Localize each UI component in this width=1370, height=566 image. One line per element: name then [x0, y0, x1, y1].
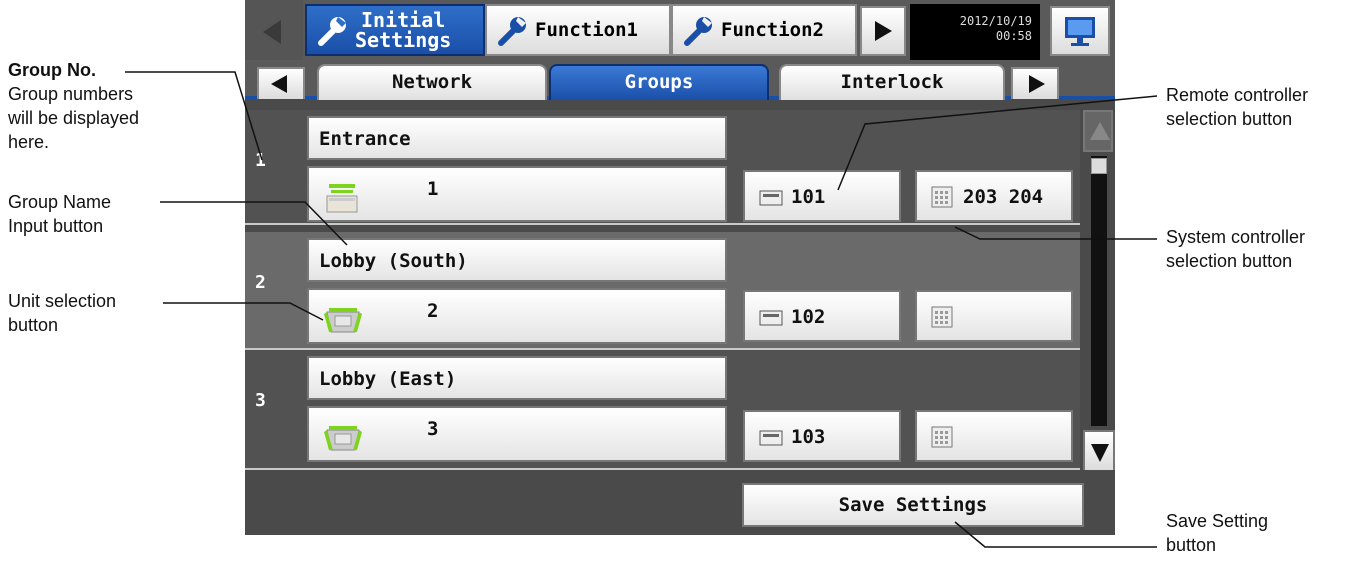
leader-line-group-no: [125, 71, 263, 161]
leader-line-save-setting: [954, 521, 1157, 548]
leader-line-remote-controller: [837, 95, 1158, 191]
leader-line-unit-selection: [163, 302, 324, 321]
leader-line-system-controller: [954, 226, 1157, 240]
leader-line-group-name: [160, 201, 348, 246]
annotation-leader-lines: [125, 71, 1158, 548]
